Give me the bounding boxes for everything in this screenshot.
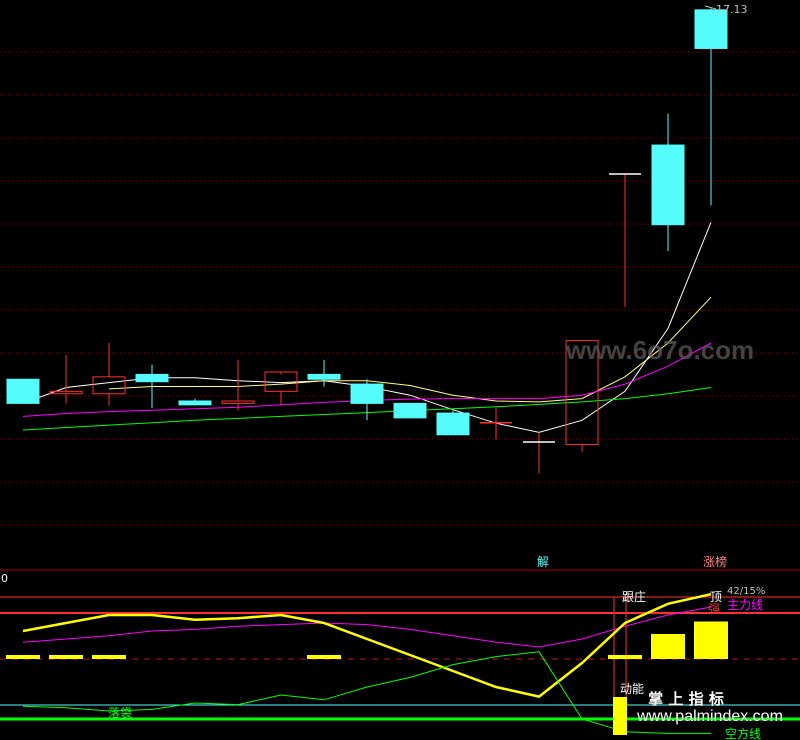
signal-markers: 解 涨榜 [537,554,727,569]
candle-body-down [135,373,169,383]
max-price-label: 17.13 [716,3,748,16]
indicator-label: 主力线 [727,598,763,612]
candlesticks [6,8,728,474]
candle-body-down [436,412,470,436]
candle-body-down [393,402,427,419]
candle-body-down [178,400,212,406]
indicator-bar [92,655,126,659]
indicator-bar [49,655,83,659]
candle-body-down [6,378,40,404]
marker-label: 涨榜 [703,554,727,569]
indicator-label: 强 [708,602,720,616]
indicator-axis-label: 0 [1,572,8,585]
candle-body-down [307,373,341,380]
candle-body-up [92,376,126,395]
gridlines [0,51,800,571]
watermark-bottom-url: www.palmindex.com [636,708,783,725]
candle-body-down [651,144,685,226]
indicator-label: 动能 [620,682,644,696]
indicator-readout: 42/15% [727,586,765,597]
stock-chart: 解涨榜 www.6o7o.com 17.13 0 跟庄顶强主力线 落袋 动能 空方线 42/1… [0,0,800,740]
indicator-line-2 [22,651,711,734]
indicator-label: 跟庄 [622,589,646,604]
chart-svg: 解涨榜 www.6o7o.com17.130跟庄 顶强 主力线落袋动能空方线42/1… [0,3,800,740]
indicator-label: 空方线 [725,726,761,740]
candle-body-up [221,400,255,404]
watermark-bottom-cn: 掌 上 指 标 [648,690,724,708]
watermark-top: www.6o7o.com [565,335,754,365]
indicator-bar [307,655,341,659]
candle-body-up [49,390,83,395]
momentum-bar [613,697,627,735]
candle-body-down [350,383,384,404]
indicator-bar [694,621,728,659]
marker-label: 解 [537,555,549,569]
chart-labels: www.6o7o.com17.130跟庄 顶强 主力线落袋动能空方线42/15%掌 … [1,3,783,740]
indicator-line-1 [22,592,712,698]
indicator-bar [651,634,685,659]
indicator-bar [608,655,642,659]
indicator-label: 落袋 [108,706,132,720]
indicator-bar [6,655,40,659]
